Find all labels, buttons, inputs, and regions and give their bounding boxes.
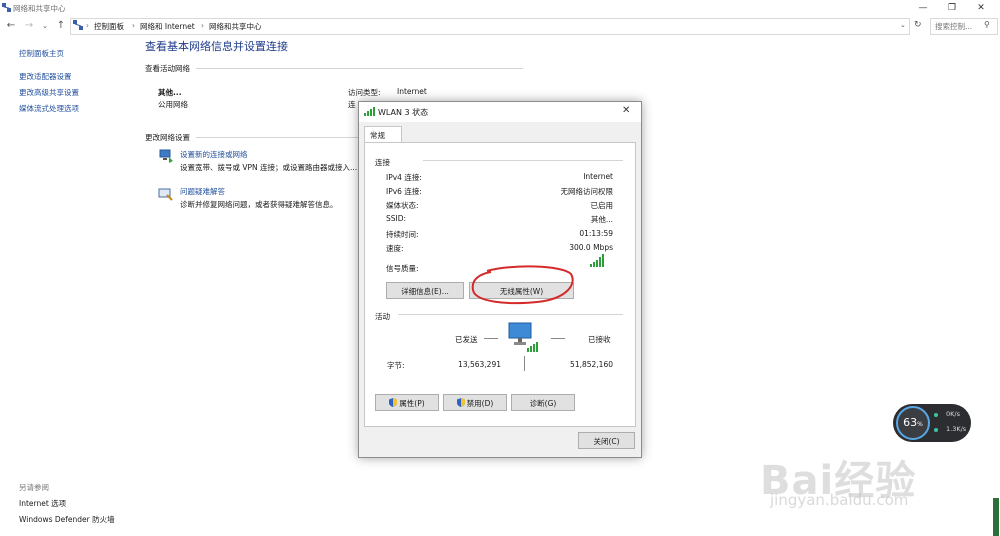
- download-speed: 1.3K/s: [946, 425, 967, 433]
- see-also-internet-options[interactable]: Internet 选项: [19, 498, 66, 509]
- change-settings-heading: 更改网络设置: [145, 133, 190, 142]
- properties-button-label: 属性(P): [399, 399, 425, 408]
- breadcrumb-network-internet[interactable]: 网络和 Internet: [140, 21, 195, 32]
- troubleshoot-icon: [158, 188, 173, 201]
- tab-general-label: 常规: [370, 131, 385, 140]
- breadcrumb-separator: ›: [132, 21, 135, 30]
- dialog-title: WLAN 3 状态: [378, 108, 429, 117]
- download-dot-icon: [934, 428, 938, 432]
- ipv6-label: IPv6 连接:: [386, 187, 422, 196]
- duration-label: 持续时间:: [386, 230, 419, 239]
- divider: [398, 314, 623, 315]
- divider: [196, 137, 358, 138]
- breadcrumb-separator: ›: [86, 21, 89, 30]
- access-type-value: Internet: [397, 87, 427, 96]
- dialog-close-icon[interactable]: ✕: [622, 105, 630, 116]
- details-button[interactable]: 详细信息(E)...: [386, 282, 464, 299]
- media-state-label: 媒体状态:: [386, 201, 419, 210]
- properties-button[interactable]: 属性(P): [375, 394, 439, 411]
- maximize-icon[interactable]: ❐: [937, 1, 967, 15]
- speed-value: 300.0 Mbps: [569, 243, 613, 252]
- window-title: 网络和共享中心: [13, 4, 66, 13]
- sidebar-item-adapter-settings[interactable]: 更改适配器设置: [19, 71, 72, 82]
- media-state-value: 已启用: [590, 201, 614, 210]
- ipv4-value: Internet: [583, 172, 613, 181]
- network-center-icon: [2, 3, 11, 12]
- speed-label: 速度:: [386, 244, 404, 253]
- address-bar[interactable]: [70, 18, 910, 35]
- search-icon[interactable]: ⚲: [984, 20, 990, 29]
- gauge-percent: 63: [903, 416, 918, 429]
- duration-value: 01:13:59: [579, 229, 613, 238]
- upload-dot-icon: [934, 413, 938, 417]
- received-line: [551, 338, 565, 339]
- network-type: 公用网络: [158, 100, 188, 109]
- gauge-percent-unit: %: [917, 421, 923, 428]
- ssid-value: 其他...: [590, 215, 613, 224]
- search-placeholder: 搜索控制...: [935, 22, 973, 31]
- uac-shield-icon: [389, 398, 398, 407]
- page-title: 查看基本网络信息并设置连接: [145, 40, 288, 53]
- red-circle-annotation: [471, 265, 574, 305]
- network-computers-icon: [508, 322, 538, 352]
- see-also-firewall[interactable]: Windows Defender 防火墙: [19, 514, 115, 525]
- uac-shield-icon: [456, 398, 465, 407]
- divider: [423, 160, 623, 161]
- see-also-heading: 另请参阅: [19, 483, 49, 492]
- access-type-label: 访问类型:: [348, 88, 381, 97]
- disable-button-label: 禁用(D): [466, 399, 494, 408]
- network-name: 其他...: [158, 88, 182, 97]
- refresh-icon[interactable]: ↻: [914, 20, 922, 30]
- ssid-label: SSID:: [386, 214, 407, 223]
- wifi-signal-icon: [364, 107, 375, 116]
- bytes-sent-value: 13,563,291: [458, 360, 501, 369]
- setup-connection-desc: 设置宽带、拨号或 VPN 连接；或设置路由器或接入...: [180, 163, 358, 172]
- bytes-received-value: 51,852,160: [570, 360, 613, 369]
- up-arrow-icon[interactable]: ↑: [54, 18, 68, 34]
- troubleshoot-link[interactable]: 问题疑难解答: [180, 186, 225, 197]
- troubleshoot-desc: 诊断并修复网络问题，或者获得疑难解答信息。: [180, 200, 338, 209]
- disable-button[interactable]: 禁用(D): [443, 394, 507, 411]
- activity-group-label: 活动: [375, 312, 390, 321]
- new-connection-icon: [159, 149, 173, 163]
- ipv4-label: IPv4 连接:: [386, 173, 422, 182]
- recent-dropdown-icon[interactable]: ⌄: [38, 18, 52, 34]
- baidu-watermark-url: jingyan.baidu.com: [770, 491, 909, 509]
- connection-group-label: 连接: [375, 158, 390, 167]
- breadcrumb-separator: ›: [201, 21, 204, 30]
- received-label: 已接收: [588, 335, 611, 344]
- signal-bars-icon: [590, 254, 604, 267]
- setup-connection-link[interactable]: 设置新的连接或网络: [180, 149, 248, 160]
- sent-line: [484, 338, 498, 339]
- close-window-icon[interactable]: ✕: [966, 1, 996, 15]
- memory-gauge: 63%: [896, 406, 930, 440]
- divider: [196, 68, 523, 69]
- sidebar-item-control-panel-home[interactable]: 控制面板主页: [19, 48, 64, 59]
- breadcrumb-control-panel[interactable]: 控制面板: [94, 21, 124, 32]
- ipv6-value: 无网络访问权限: [560, 187, 614, 196]
- address-dropdown-icon[interactable]: ⌄: [900, 21, 906, 29]
- minimize-icon[interactable]: —: [908, 1, 938, 15]
- sidebar-item-media-streaming[interactable]: 媒体流式处理选项: [19, 103, 79, 114]
- window-titlebar: [0, 0, 1000, 16]
- breadcrumb-network-center[interactable]: 网络和共享中心: [209, 21, 262, 32]
- edge-bar: [993, 498, 999, 536]
- upload-speed: 0K/s: [946, 410, 960, 418]
- close-button[interactable]: 关闭(C): [578, 432, 635, 449]
- control-panel-icon: [73, 20, 83, 30]
- back-arrow-icon[interactable]: ←: [4, 18, 18, 34]
- active-networks-heading: 查看活动网络: [145, 64, 190, 73]
- signal-quality-label: 信号质量:: [386, 264, 419, 273]
- sidebar-item-advanced-sharing[interactable]: 更改高级共享设置: [19, 87, 79, 98]
- forward-arrow-icon[interactable]: →: [22, 18, 36, 34]
- connections-label: 连: [348, 100, 356, 109]
- sent-label: 已发送: [455, 335, 478, 344]
- diagnose-button[interactable]: 诊断(G): [511, 394, 575, 411]
